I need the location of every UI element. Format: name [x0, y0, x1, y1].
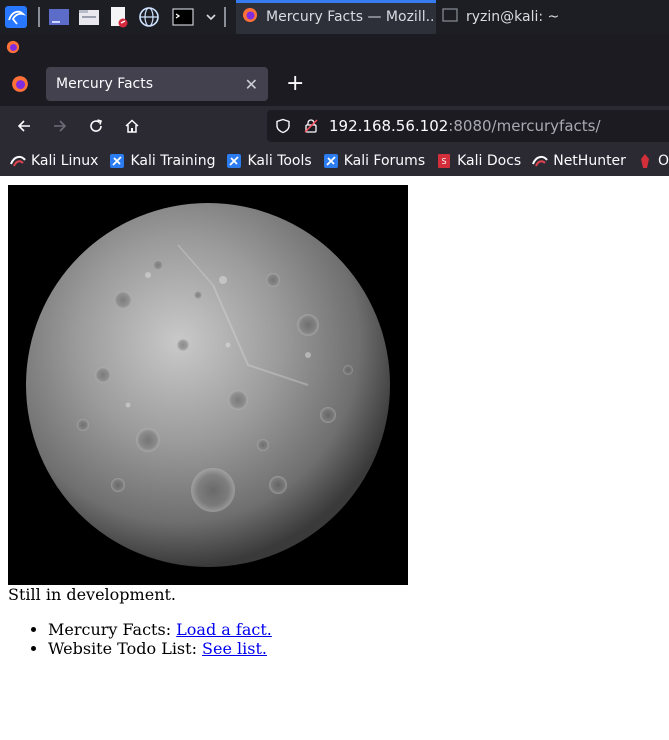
firefox-icon[interactable]: [6, 39, 20, 58]
terminal-launcher-icon[interactable]: [168, 6, 198, 28]
insecure-lock-icon[interactable]: [303, 118, 319, 134]
bookmark-kali-training[interactable]: Kali Training: [109, 153, 215, 169]
kali-docs-icon: S: [436, 153, 452, 169]
close-icon[interactable]: ✕: [245, 75, 258, 94]
firefox-window-strip: [0, 34, 669, 62]
back-button[interactable]: [6, 110, 42, 142]
navigation-bar: 192.168.56.102:8080/mercuryfacts/: [0, 106, 669, 146]
workspace-icon[interactable]: [48, 6, 70, 28]
todo-label: Website Todo List:: [48, 639, 203, 658]
see-list-link[interactable]: See list.: [202, 639, 267, 658]
web-browser-icon[interactable]: [138, 6, 160, 28]
home-button[interactable]: [114, 110, 150, 142]
firefox-view-icon[interactable]: [0, 75, 40, 93]
svg-text:S: S: [442, 157, 447, 166]
bookmarks-bar: Kali Linux Kali Training Kali Tools Kali…: [0, 146, 669, 176]
bookmark-label: NetHunter: [553, 153, 626, 169]
list-item: Website Todo List: See list.: [48, 639, 272, 658]
bookmark-kali-forums[interactable]: Kali Forums: [323, 153, 425, 169]
taskbar-separator: [224, 7, 226, 27]
list-item: Mercury Facts: Load a fact.: [48, 620, 272, 639]
bookmark-label: Kali Linux: [31, 153, 99, 169]
kali-tools-icon: [226, 153, 242, 169]
mercury-planet-graphic: [26, 203, 390, 567]
nethunter-icon: [532, 153, 548, 169]
file-manager-icon[interactable]: [78, 6, 100, 28]
chevron-down-icon[interactable]: [206, 6, 216, 28]
kali-icon: [10, 153, 26, 169]
facts-list: Mercury Facts: Load a fact. Website Todo…: [48, 620, 272, 658]
bookmark-offsec[interactable]: Offen: [637, 153, 669, 169]
firefox-icon: [242, 7, 258, 27]
tab-bar: Mercury Facts ✕ +: [0, 62, 669, 106]
taskbar-task-terminal[interactable]: ryzin@kali: ~: [436, 0, 565, 34]
tab-title: Mercury Facts: [56, 76, 154, 92]
facts-label: Mercury Facts:: [48, 620, 177, 639]
reload-button[interactable]: [78, 110, 114, 142]
bookmark-label: Offen: [657, 153, 669, 169]
taskbar-separator: [38, 7, 40, 27]
bookmark-kali-docs[interactable]: S Kali Docs: [436, 153, 521, 169]
bookmark-label: Kali Docs: [457, 153, 522, 169]
taskbar: Mercury Facts — Mozill... ryzin@kali: ~: [0, 0, 669, 34]
bookmark-nethunter[interactable]: NetHunter: [532, 153, 626, 169]
kali-forums-icon: [323, 153, 339, 169]
bookmark-kali-tools[interactable]: Kali Tools: [226, 153, 312, 169]
bookmark-label: Kali Training: [130, 153, 216, 169]
new-tab-button[interactable]: +: [286, 73, 304, 95]
forward-button[interactable]: [42, 110, 78, 142]
shield-icon[interactable]: [275, 118, 291, 134]
load-fact-link[interactable]: Load a fact.: [176, 620, 272, 639]
bookmark-label: Kali Forums: [343, 153, 426, 169]
kali-training-icon: [109, 153, 125, 169]
bookmark-label: Kali Tools: [247, 153, 312, 169]
tab-mercury-facts[interactable]: Mercury Facts ✕: [46, 67, 268, 101]
url-path: :8080/mercuryfacts/: [448, 117, 601, 135]
taskbar-task-label: Mercury Facts — Mozill...: [266, 9, 436, 25]
offsec-icon: [637, 153, 653, 169]
text-editor-icon[interactable]: [108, 6, 130, 28]
kali-menu-icon[interactable]: [2, 3, 30, 31]
page-content: Still in development. Mercury Facts: Loa…: [0, 176, 669, 740]
url-bar[interactable]: 192.168.56.102:8080/mercuryfacts/: [267, 110, 669, 142]
bookmark-kali-linux[interactable]: Kali Linux: [10, 153, 98, 169]
development-note: Still in development.: [8, 585, 177, 604]
url-host: 192.168.56.102: [329, 117, 449, 135]
terminal-icon: [442, 8, 458, 26]
mercury-image: [8, 185, 408, 585]
taskbar-task-firefox[interactable]: Mercury Facts — Mozill...: [236, 0, 436, 34]
taskbar-task-label: ryzin@kali: ~: [466, 9, 560, 25]
